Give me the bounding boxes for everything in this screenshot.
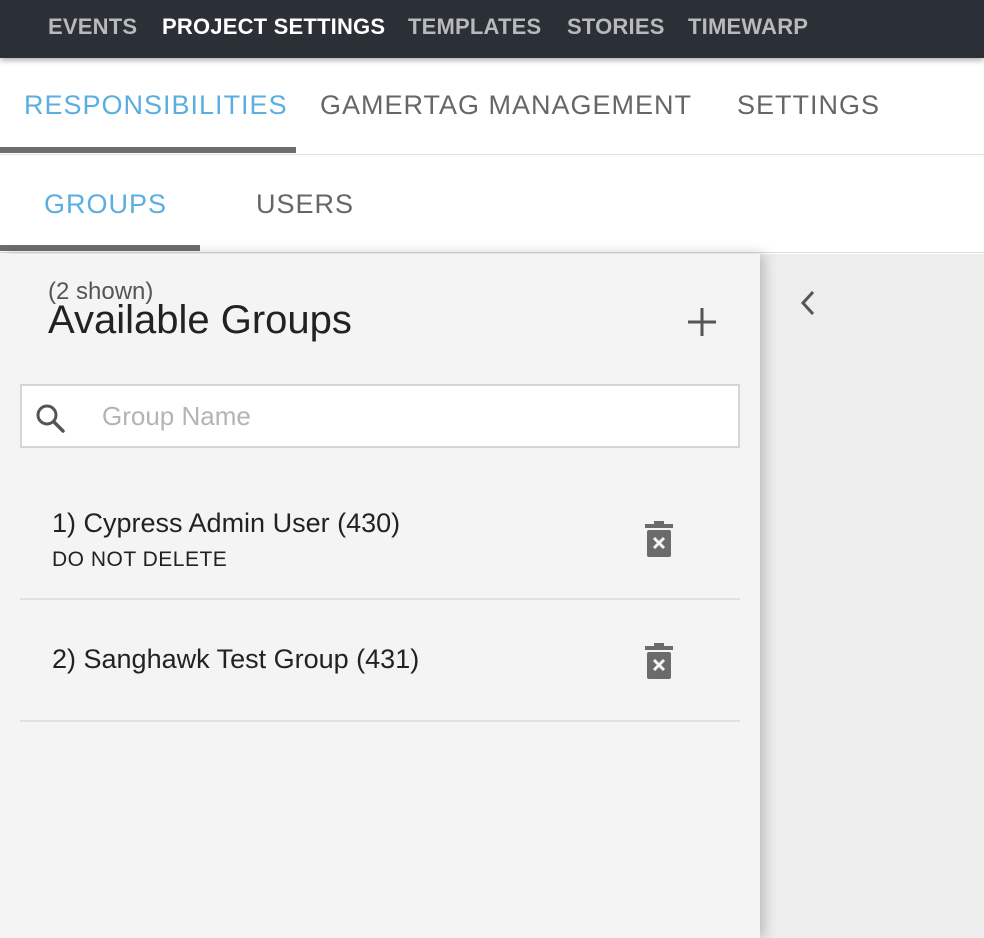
active-subtab-indicator	[0, 245, 200, 251]
trash-x-icon	[645, 643, 673, 679]
top-navigation-bar: EVENTS PROJECT SETTINGS TEMPLATES STORIE…	[0, 0, 984, 58]
delete-group-button[interactable]	[644, 520, 674, 558]
group-search-box	[20, 384, 740, 448]
delete-group-button[interactable]	[644, 642, 674, 680]
tab-responsibilities[interactable]: RESPONSIBILITIES	[24, 90, 288, 121]
group-name: 2) Sanghawk Test Group (431)	[52, 644, 420, 674]
tab-settings[interactable]: SETTINGS	[737, 90, 880, 121]
active-tab-indicator	[0, 147, 296, 153]
group-list-item[interactable]: 2) Sanghawk Test Group (431)	[20, 600, 740, 722]
nav-item-events[interactable]: EVENTS	[48, 14, 137, 40]
detail-pane	[760, 254, 984, 938]
nav-item-project-settings[interactable]: PROJECT SETTINGS	[162, 14, 385, 40]
group-description: DO NOT DELETE	[52, 548, 228, 571]
plus-icon	[688, 308, 716, 336]
nav-item-timewarp[interactable]: TIMEWARP	[688, 14, 808, 40]
tab-groups[interactable]: GROUPS	[44, 189, 167, 220]
collapse-panel-button[interactable]	[795, 286, 823, 320]
group-name: 1) Cypress Admin User (430)	[52, 508, 401, 538]
available-groups-panel: (2 shown) Available Groups 1) Cypress Ad…	[0, 254, 760, 938]
trash-x-icon	[645, 521, 673, 557]
chevron-left-icon	[800, 290, 815, 316]
tab-gamertag-management[interactable]: GAMERTAG MANAGEMENT	[320, 90, 692, 121]
group-list-item[interactable]: 1) Cypress Admin User (430) DO NOT DELET…	[20, 474, 740, 600]
nav-item-templates[interactable]: TEMPLATES	[408, 14, 541, 40]
tab-users[interactable]: USERS	[256, 189, 354, 220]
add-group-button[interactable]	[684, 304, 720, 340]
search-icon	[36, 404, 65, 433]
panel-title: Available Groups	[48, 298, 352, 342]
group-name-search-input[interactable]	[102, 396, 722, 436]
nav-item-stories[interactable]: STORIES	[567, 14, 665, 40]
secondary-tab-bar: GROUPS USERS	[0, 155, 984, 253]
primary-tab-bar: RESPONSIBILITIES GAMERTAG MANAGEMENT SET…	[0, 58, 984, 155]
